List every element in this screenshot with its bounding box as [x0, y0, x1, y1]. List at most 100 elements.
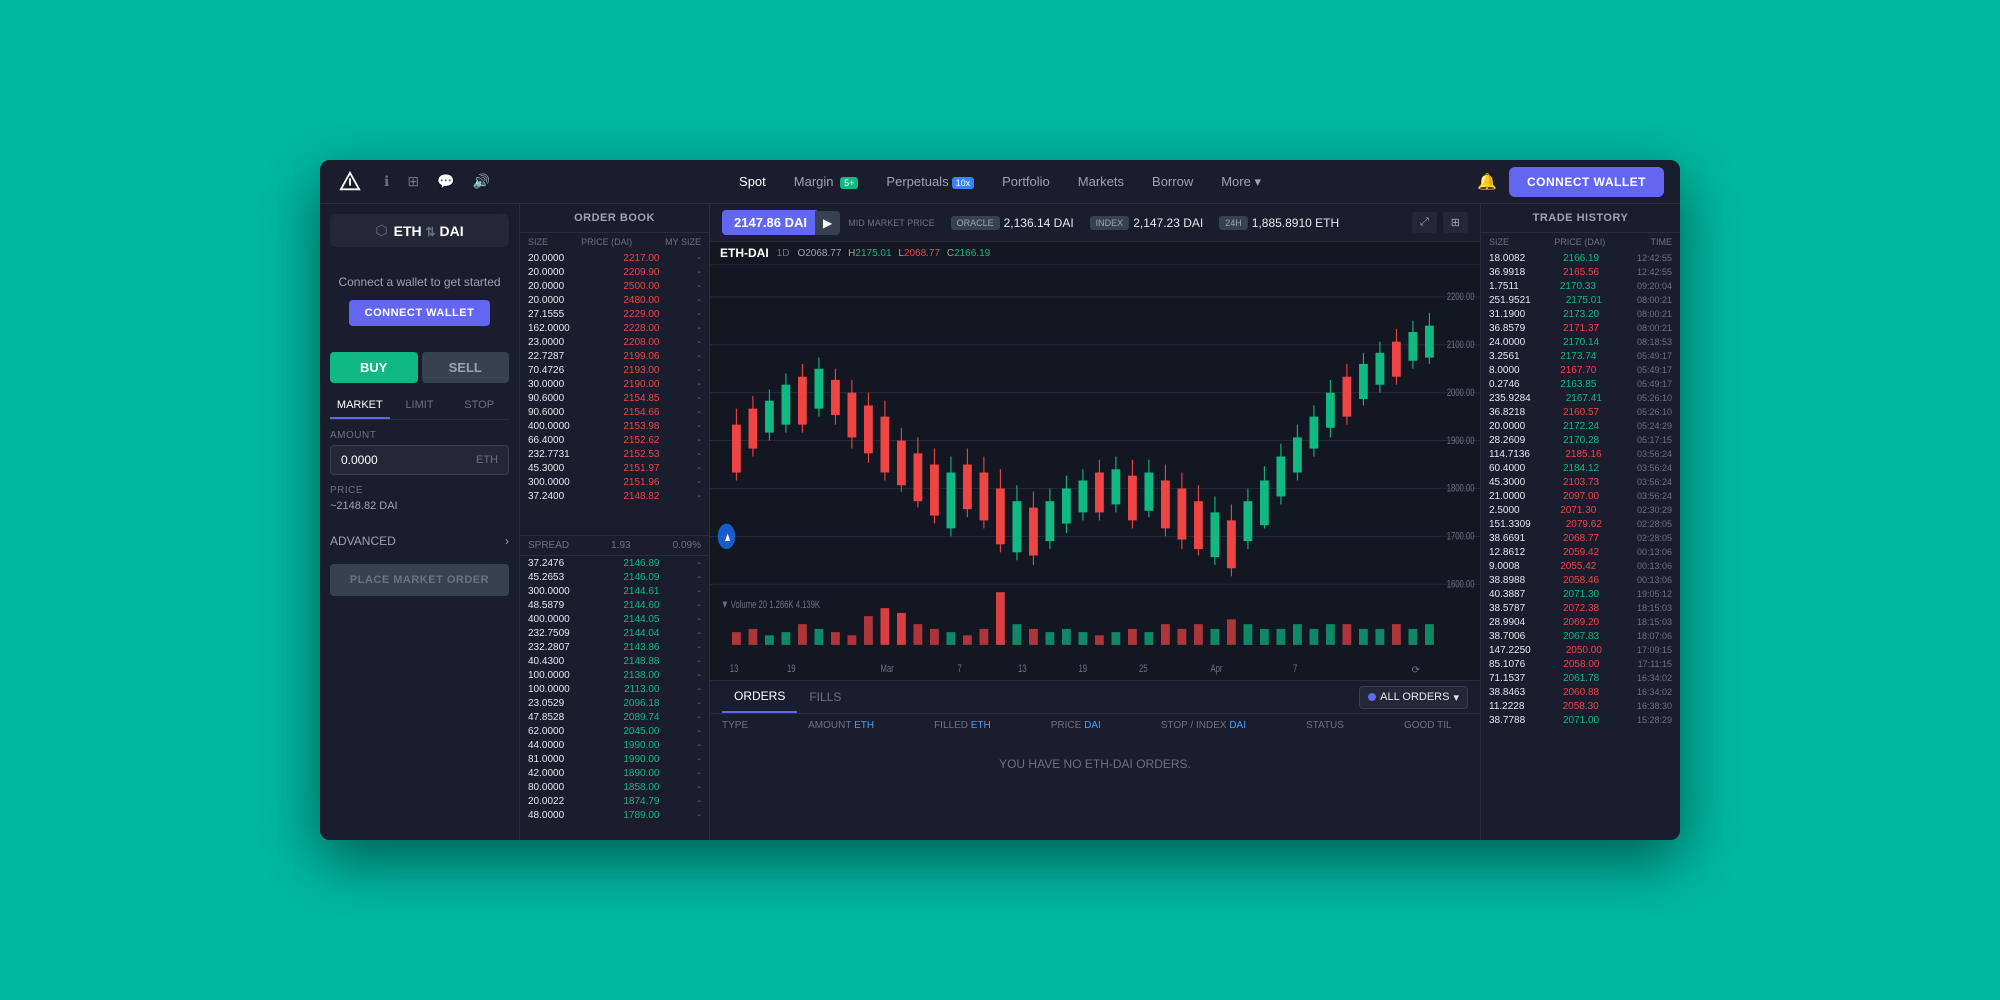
ob-ask-row[interactable]: 37.24002148.82- — [520, 489, 709, 503]
trade-history-row: 38.66912068.7702:28:05 — [1481, 531, 1680, 545]
trade-history: TRADE HISTORY SIZE PRICE (DAI) TIME 18.0… — [1480, 204, 1680, 840]
top-nav: ℹ ⊞ 💬 🔊 Spot Margin 5+ Perpetuals10x Por… — [320, 160, 1680, 204]
price-display: ~2148.82 DAI — [330, 500, 509, 512]
ob-ask-row[interactable]: 70.47262193.00- — [520, 363, 709, 377]
trade-history-row: 85.10762058.0017:11:15 — [1481, 657, 1680, 671]
ob-bid-row[interactable]: 100.00002113.00- — [520, 682, 709, 696]
price-arrow: ▶ — [815, 211, 840, 235]
ob-bid-row[interactable]: 23.05292096.18- — [520, 696, 709, 710]
ob-bid-row[interactable]: 300.00002144.61- — [520, 584, 709, 598]
trade-history-row: 45.30002103.7303:56:24 — [1481, 475, 1680, 489]
ob-bid-row[interactable]: 48.58792144.60- — [520, 598, 709, 612]
svg-text:25: 25 — [1139, 663, 1148, 676]
ob-ask-row[interactable]: 20.00002217.00- — [520, 251, 709, 265]
place-order-button[interactable]: PLACE MARKET ORDER — [330, 564, 509, 596]
svg-text:2100.00: 2100.00 — [1447, 339, 1475, 352]
svg-text:13: 13 — [730, 663, 739, 676]
ob-bid-row[interactable]: 47.85282089.74- — [520, 710, 709, 724]
ob-ask-row[interactable]: 20.00002500.00- — [520, 279, 709, 293]
trade-history-row: 36.99182165.5612:42:55 — [1481, 265, 1680, 279]
advanced-row[interactable]: ADVANCED › — [320, 526, 519, 556]
trade-history-row: 36.82182160.5705:26:10 — [1481, 405, 1680, 419]
chart-header: 2147.86 DAI ▶ MID MARKET PRICE ORACLE 2,… — [710, 204, 1480, 242]
mid-price: 2147.86 DAI — [722, 210, 819, 235]
ob-bid-row[interactable]: 80.00001858.00- — [520, 780, 709, 794]
amount-label: AMOUNT — [330, 430, 509, 441]
nav-margin[interactable]: Margin 5+ — [782, 168, 871, 195]
ob-bid-row[interactable]: 232.28072143.86- — [520, 640, 709, 654]
order-book-bids: 37.24762146.89-45.26532146.09-300.000021… — [520, 556, 709, 840]
trade-history-row: 28.26092170.2805:17:15 — [1481, 433, 1680, 447]
ob-bid-row[interactable]: 42.00001890.00- — [520, 766, 709, 780]
ob-bid-row[interactable]: 232.75092144.04- — [520, 626, 709, 640]
ob-ask-row[interactable]: 162.00002228.00- — [520, 321, 709, 335]
nav-spot[interactable]: Spot — [727, 168, 778, 195]
connect-wallet-small-button[interactable]: CONNECT WALLET — [349, 300, 491, 326]
ob-bid-row[interactable]: 44.00001990.00- — [520, 738, 709, 752]
ob-ask-row[interactable]: 90.60002154.85- — [520, 391, 709, 405]
ob-ask-row[interactable]: 45.30002151.97- — [520, 461, 709, 475]
ob-ask-row[interactable]: 300.00002151.96- — [520, 475, 709, 489]
chart-control-settings[interactable]: ⊞ — [1443, 212, 1468, 233]
svg-text:1600.00: 1600.00 — [1447, 578, 1475, 591]
ob-ask-row[interactable]: 90.60002154.66- — [520, 405, 709, 419]
grid-icon[interactable]: ⊞ — [403, 169, 423, 194]
order-book-asks: 20.00002217.00-20.00002209.90-20.0000250… — [520, 251, 709, 535]
chart-body: 2200.00 2100.00 2000.00 1900.00 1800.00 … — [710, 265, 1480, 680]
svg-text:2200.00: 2200.00 — [1447, 291, 1475, 304]
ob-ask-row[interactable]: 400.00002153.98- — [520, 419, 709, 433]
trade-history-row: 251.95212175.0108:00:21 — [1481, 293, 1680, 307]
ob-ask-row[interactable]: 22.72872199.06- — [520, 349, 709, 363]
order-tab-market[interactable]: MARKET — [330, 393, 390, 419]
trade-history-row: 31.19002173.2008:00:21 — [1481, 307, 1680, 321]
buy-button[interactable]: BUY — [330, 352, 418, 383]
trade-history-row: 235.92842167.4105:26:10 — [1481, 391, 1680, 405]
ob-bid-row[interactable]: 40.43002148.88- — [520, 654, 709, 668]
ob-ask-row[interactable]: 30.00002190.00- — [520, 377, 709, 391]
ob-ask-row[interactable]: 23.00002208.00- — [520, 335, 709, 349]
chart-reset-icon[interactable]: ⟳ — [1412, 665, 1420, 676]
nav-portfolio[interactable]: Portfolio — [990, 168, 1062, 195]
ob-ask-row[interactable]: 66.40002152.62- — [520, 433, 709, 447]
all-orders-select[interactable]: ALL ORDERS ▾ — [1359, 686, 1468, 709]
order-tab-limit[interactable]: LIMIT — [390, 393, 450, 419]
amount-input[interactable]: 0.0000 ETH — [330, 445, 509, 475]
nav-perpetuals[interactable]: Perpetuals10x — [874, 168, 986, 195]
ob-bid-row[interactable]: 400.00002144.05- — [520, 612, 709, 626]
ob-ask-row[interactable]: 20.00002209.90- — [520, 265, 709, 279]
connect-wallet-button[interactable]: CONNECT WALLET — [1509, 167, 1664, 197]
bell-icon[interactable]: 🔔 — [1477, 172, 1497, 192]
sell-button[interactable]: SELL — [422, 352, 510, 383]
ob-bid-row[interactable]: 37.24762146.89- — [520, 556, 709, 570]
trade-history-cols: SIZE PRICE (DAI) TIME — [1481, 233, 1680, 251]
ob-bid-row[interactable]: 20.00221874.79- — [520, 794, 709, 808]
svg-text:19: 19 — [787, 663, 796, 676]
ob-bid-row[interactable]: 81.00001990.00- — [520, 752, 709, 766]
ob-bid-row[interactable]: 48.00001789.00- — [520, 808, 709, 822]
nav-markets[interactable]: Markets — [1066, 168, 1136, 195]
nav-more[interactable]: More ▾ — [1209, 168, 1273, 196]
chat-icon[interactable]: 💬 — [433, 169, 458, 194]
ob-ask-row[interactable]: 20.00002480.00- — [520, 293, 709, 307]
ob-ask-row[interactable]: 232.77312152.53- — [520, 447, 709, 461]
ob-bid-row[interactable]: 45.26532146.09- — [520, 570, 709, 584]
order-book-cols: SIZE PRICE (DAI) MY SIZE — [520, 233, 709, 251]
trade-history-row: 18.00822166.1912:42:55 — [1481, 251, 1680, 265]
ob-bid-row[interactable]: 62.00002045.00- — [520, 724, 709, 738]
ob-bid-row[interactable]: 100.00002138.00- — [520, 668, 709, 682]
orders-tab-orders[interactable]: ORDERS — [722, 681, 797, 713]
trade-history-row: 20.00002172.2405:24:29 — [1481, 419, 1680, 433]
chart-control-expand[interactable]: ⤢ — [1412, 212, 1437, 233]
chart-info-bar: ETH-DAI 1D O2068.77 H2175.01 L2068.77 C2… — [710, 242, 1480, 265]
nav-borrow[interactable]: Borrow — [1140, 168, 1205, 195]
pair-selector[interactable]: ⬡ ETH ⇅ DAI — [330, 214, 509, 247]
spread-pct: 0.09% — [673, 540, 701, 551]
ob-ask-row[interactable]: 27.15552229.00- — [520, 307, 709, 321]
spread-value: 1.93 — [611, 540, 630, 551]
volume-icon[interactable]: 🔊 — [469, 169, 494, 194]
info-icon[interactable]: ℹ — [380, 169, 393, 194]
orders-tab-fills[interactable]: FILLS — [797, 682, 853, 712]
trade-history-row: 38.89882058.4600:13:06 — [1481, 573, 1680, 587]
order-tab-stop[interactable]: STOP — [449, 393, 509, 419]
trade-history-row: 24.00002170.1408:18:53 — [1481, 335, 1680, 349]
